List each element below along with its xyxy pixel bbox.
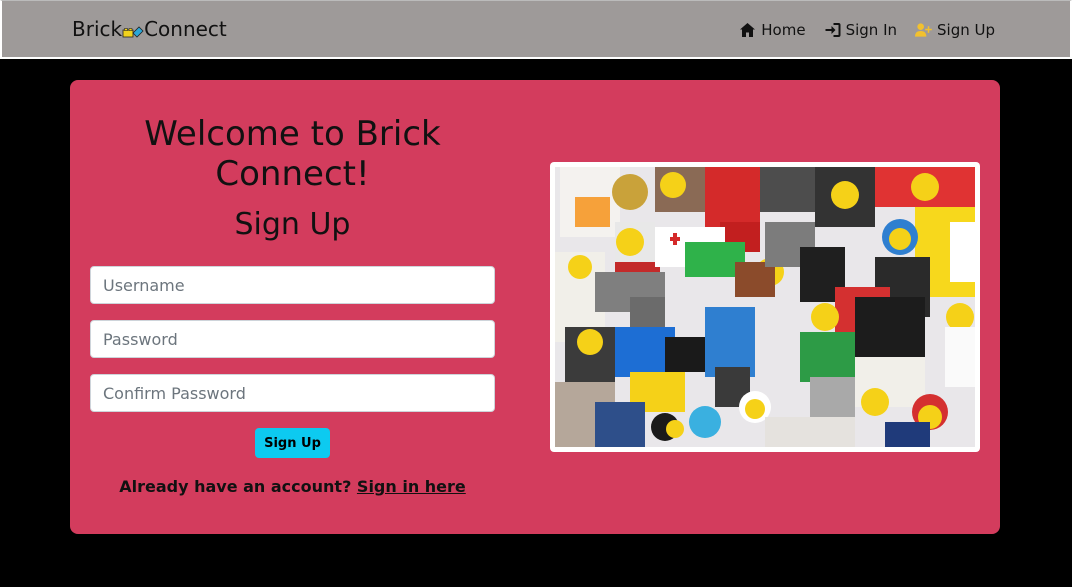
signin-prompt-line: Already have an account? Sign in here <box>90 476 495 498</box>
nav-signup-link[interactable]: Sign Up <box>915 20 995 40</box>
navbar: Brick Connect Home Sign In Sign Up <box>0 0 1072 59</box>
username-input[interactable] <box>90 266 495 304</box>
user-plus-icon <box>915 23 932 37</box>
nav-signup-label: Sign Up <box>937 21 995 39</box>
signup-heading: Sign Up <box>234 207 351 242</box>
brick-logo-icon <box>122 26 144 38</box>
nav-links: Home Sign In Sign Up <box>739 20 995 40</box>
brand-text-left: Brick <box>72 17 123 41</box>
signin-prompt-text: Already have an account? <box>119 477 352 496</box>
photo-frame <box>550 162 980 452</box>
welcome-title: Welcome to Brick Connect! <box>144 114 441 194</box>
brand-text-right: Connect <box>144 17 227 41</box>
nav-home-link[interactable]: Home <box>739 20 806 40</box>
signup-card: Welcome to Brick Connect! Sign Up Sign U… <box>70 80 1000 534</box>
brand-logo-link[interactable]: Brick Connect <box>72 17 227 41</box>
signup-submit-button[interactable]: Sign Up <box>255 428 330 458</box>
nav-home-label: Home <box>761 21 806 39</box>
password-input[interactable] <box>90 320 495 358</box>
confirm-password-input[interactable] <box>90 374 495 412</box>
nav-signin-label: Sign In <box>845 21 897 39</box>
signin-here-link[interactable]: Sign in here <box>357 477 466 496</box>
nav-signin-link[interactable]: Sign In <box>824 20 897 40</box>
sign-in-icon <box>825 23 841 37</box>
lego-minifigures-photo <box>555 167 975 447</box>
home-icon <box>740 23 756 37</box>
